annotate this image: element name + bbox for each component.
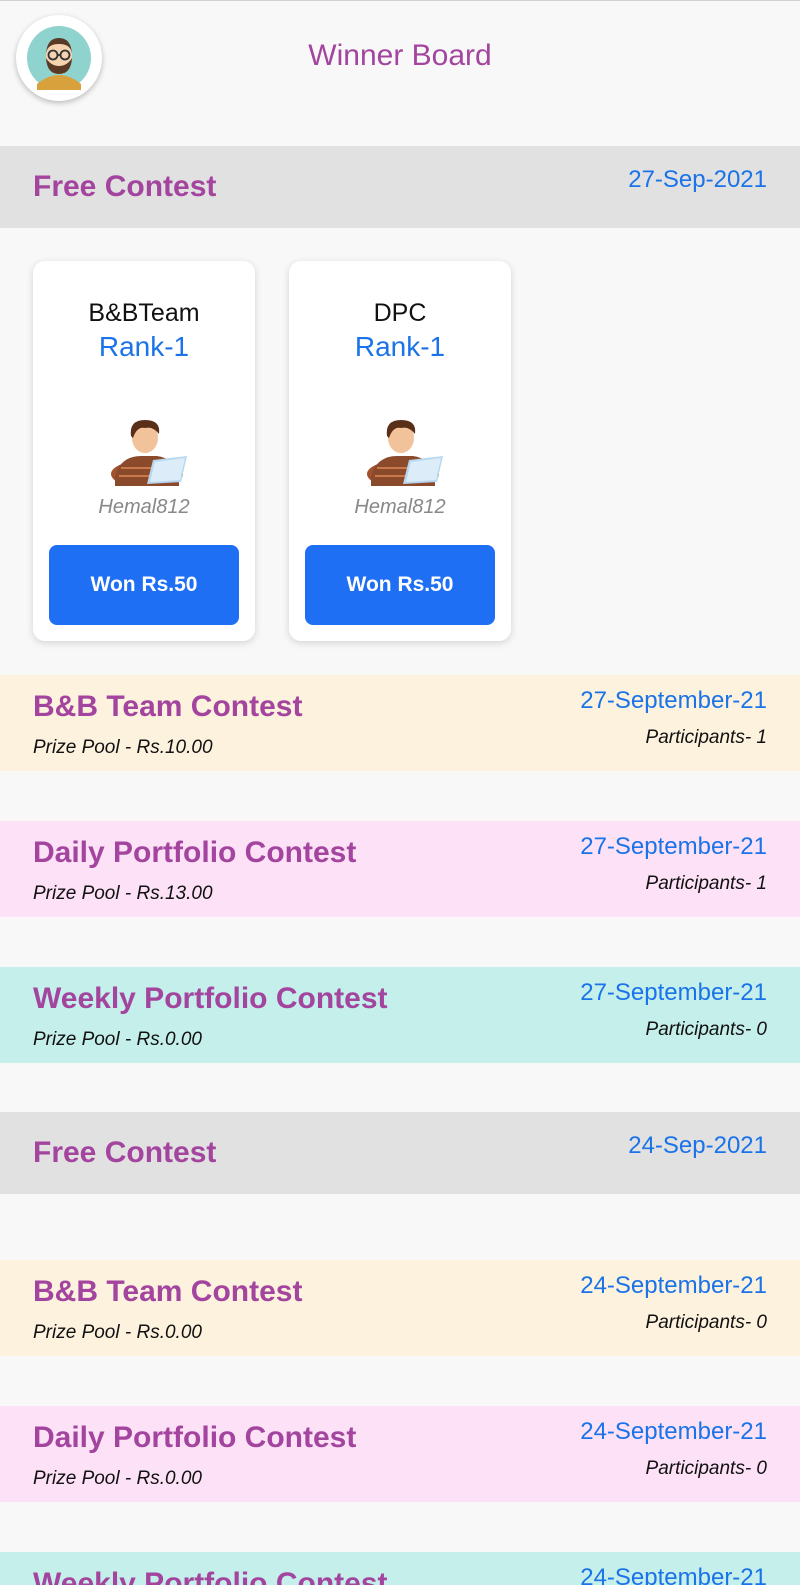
- prize-button[interactable]: Won Rs.50: [49, 545, 239, 625]
- contest-row-team[interactable]: B&B Team Contest Prize Pool - Rs.10.00 2…: [0, 675, 800, 771]
- prize-pool: Prize Pool - Rs.10.00: [33, 737, 213, 758]
- section-header: Free Contest 24-Sep-2021: [0, 1112, 800, 1194]
- team-name: B&BTeam: [88, 299, 200, 327]
- participants-count: Participants- 1: [645, 727, 767, 748]
- boy-with-laptop-icon: [367, 420, 443, 488]
- section-title: Free Contest: [33, 170, 217, 203]
- participants-count: Participants- 0: [645, 1458, 767, 1479]
- contest-row-team[interactable]: B&B Team Contest Prize Pool - Rs.0.00 24…: [0, 1260, 800, 1356]
- contest-name: Weekly Portfolio Contest: [33, 982, 388, 1015]
- winner-card: B&BTeam Rank-1 Hemal812 Won Rs.50: [33, 261, 255, 641]
- winner-card: DPC Rank-1 Hemal812 Won Rs.50: [289, 261, 511, 641]
- winner-picture: [107, 416, 189, 488]
- contest-date: 24-September-21: [580, 1272, 767, 1299]
- team-name: DPC: [373, 299, 427, 327]
- participants-count: Participants- 0: [645, 1312, 767, 1333]
- rank-label: Rank-1: [354, 331, 446, 362]
- contest-row-weekly[interactable]: Weekly Portfolio Contest Prize Pool - Rs…: [0, 967, 800, 1063]
- section-date: 27-Sep-2021: [628, 166, 767, 193]
- rank-label: Rank-1: [98, 331, 190, 362]
- username: Hemal812: [98, 496, 190, 518]
- section-title: Free Contest: [33, 1136, 217, 1169]
- app-header: Winner Board: [0, 0, 800, 112]
- contest-name: B&B Team Contest: [33, 690, 303, 723]
- prize-button[interactable]: Won Rs.50: [305, 545, 495, 625]
- contest-name: Weekly Portfolio Contest: [33, 1567, 388, 1585]
- section-date: 24-Sep-2021: [628, 1132, 767, 1159]
- contest-date: 24-September-21: [580, 1564, 767, 1585]
- contest-name: B&B Team Contest: [33, 1275, 303, 1308]
- contest-date: 24-September-21: [580, 1418, 767, 1445]
- prize-pool: Prize Pool - Rs.0.00: [33, 1029, 202, 1050]
- username: Hemal812: [354, 496, 446, 518]
- participants-count: Participants- 0: [645, 1019, 767, 1040]
- prize-pool: Prize Pool - Rs.13.00: [33, 883, 213, 904]
- contest-row-daily[interactable]: Daily Portfolio Contest Prize Pool - Rs.…: [0, 1406, 800, 1502]
- participants-count: Participants- 1: [645, 873, 767, 894]
- section-header: Free Contest 27-Sep-2021: [0, 146, 800, 228]
- winner-cards: B&BTeam Rank-1 Hemal812 Won Rs.50 DPC Ra…: [0, 261, 800, 641]
- prize-pool: Prize Pool - Rs.0.00: [33, 1468, 202, 1489]
- contest-row-weekly[interactable]: Weekly Portfolio Contest 24-September-21: [0, 1552, 800, 1585]
- prize-pool: Prize Pool - Rs.0.00: [33, 1322, 202, 1343]
- contest-date: 27-September-21: [580, 687, 767, 714]
- contest-name: Daily Portfolio Contest: [33, 1421, 357, 1454]
- contest-row-daily[interactable]: Daily Portfolio Contest Prize Pool - Rs.…: [0, 821, 800, 917]
- winner-picture: [363, 416, 445, 488]
- contest-name: Daily Portfolio Contest: [33, 836, 357, 869]
- page-title: Winner Board: [308, 39, 492, 72]
- contest-date: 27-September-21: [580, 833, 767, 860]
- boy-with-laptop-icon: [111, 420, 187, 488]
- contest-date: 27-September-21: [580, 979, 767, 1006]
